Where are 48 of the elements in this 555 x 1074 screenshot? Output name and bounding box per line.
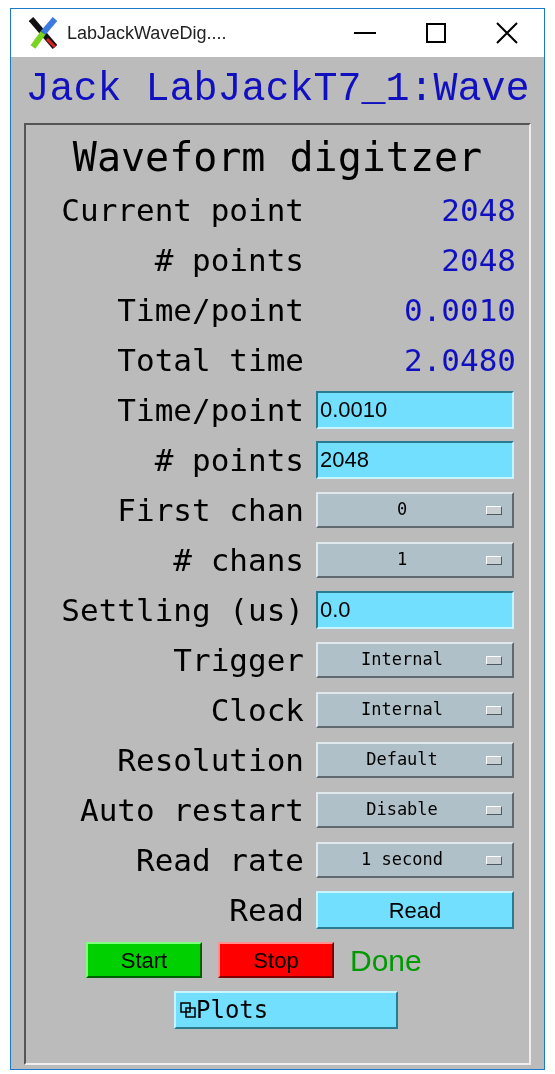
menu-indicator-icon — [486, 505, 502, 515]
plots-button[interactable]: Plots — [174, 991, 398, 1029]
menu-button[interactable]: Internal — [316, 692, 514, 728]
field-label: Current point — [60, 190, 304, 230]
readout-value: 2048 — [440, 190, 516, 230]
panel-title: Waveform digitzer — [71, 133, 484, 182]
field-label: Read rate — [135, 840, 304, 880]
input-field[interactable]: 0.0010 — [316, 391, 514, 429]
status-text: Done — [350, 942, 422, 979]
field-label: Time/point — [116, 390, 304, 430]
menu-indicator-icon — [486, 805, 502, 815]
menu-button[interactable]: Internal — [316, 642, 514, 678]
field-label: # points — [153, 240, 304, 280]
stop-button[interactable]: Stop — [218, 942, 334, 978]
menu-indicator-icon — [486, 705, 502, 715]
maximize-icon[interactable] — [426, 23, 446, 43]
start-button[interactable]: Start — [86, 942, 202, 978]
menu-button[interactable]: 1 — [316, 542, 514, 578]
input-field[interactable]: 0.0 — [316, 591, 514, 629]
menu-indicator-icon — [486, 655, 502, 665]
menu-button[interactable]: Default — [316, 742, 514, 778]
field-label: Trigger — [172, 640, 304, 680]
menu-button[interactable]: 0 — [316, 492, 514, 528]
menu-indicator-icon — [486, 755, 502, 765]
app-logo-icon — [29, 17, 59, 49]
field-label: Read — [228, 890, 304, 930]
read-button[interactable]: Read — [316, 891, 514, 929]
menu-button[interactable]: Disable — [316, 792, 514, 828]
close-icon[interactable] — [496, 22, 518, 44]
readout-value: 2048 — [440, 240, 516, 280]
menu-indicator-icon — [486, 855, 502, 865]
readout-value: 2.0480 — [403, 340, 516, 380]
field-label: First chan — [116, 490, 304, 530]
field-label: Settling (us) — [60, 590, 304, 630]
field-label: # chans — [172, 540, 304, 580]
menu-button[interactable]: 1 second — [316, 842, 514, 878]
menu-indicator-icon — [486, 555, 502, 565]
field-label: Time/point — [116, 290, 304, 330]
field-label: Resolution — [116, 740, 304, 780]
field-label: Clock — [209, 690, 304, 730]
related-display-icon — [180, 1002, 196, 1018]
readout-value: 0.0010 — [403, 290, 516, 330]
field-label: # points — [153, 440, 304, 480]
input-field[interactable]: 2048 — [316, 441, 514, 479]
banner-title: Jack LabJackT7_1:Wave — [25, 66, 530, 114]
window-title: LabJackWaveDig.... — [67, 21, 227, 45]
field-label: Auto restart — [79, 790, 304, 830]
field-label: Total time — [116, 340, 304, 380]
